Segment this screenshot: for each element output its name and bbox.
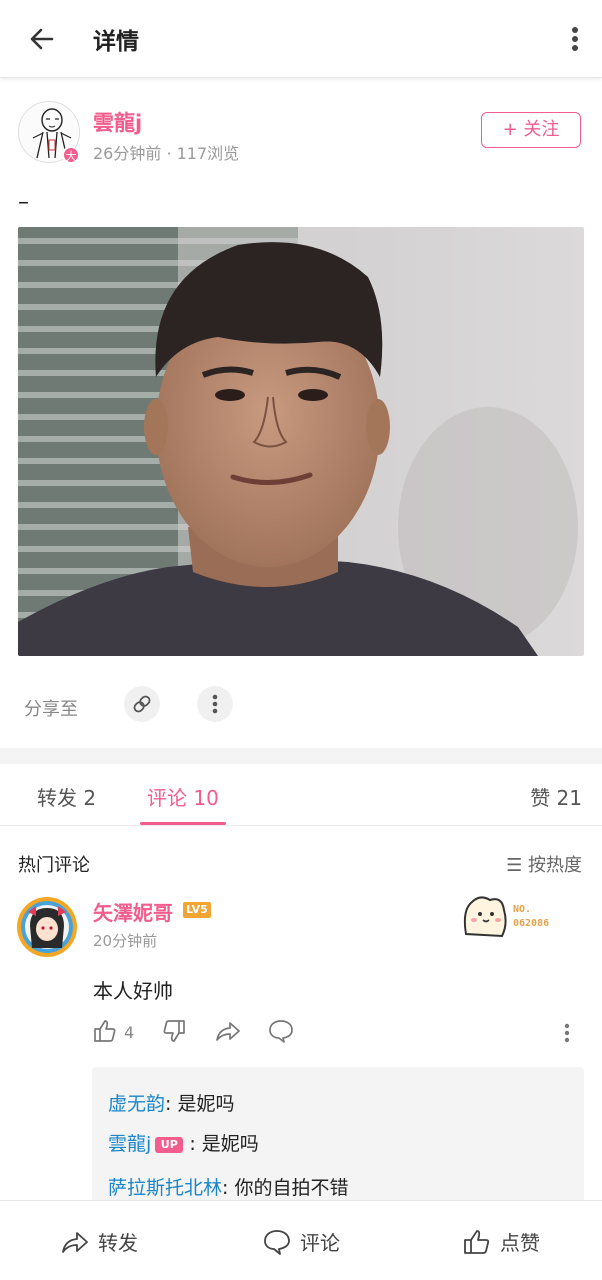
tab-like[interactable]: 赞 21: [530, 782, 582, 811]
copy-link-button[interactable]: [124, 686, 160, 722]
comment-share-button[interactable]: [214, 1018, 244, 1048]
comment-label: 评论: [300, 1231, 340, 1255]
section-divider: [0, 748, 602, 764]
tab-divider: [0, 825, 602, 826]
bottom-action-bar: 转发 评论 点赞: [0, 1200, 602, 1280]
more-vertical-icon: [212, 694, 218, 714]
fan-number: NO. 062086: [513, 904, 550, 929]
thumbs-down-icon: [163, 1020, 185, 1042]
comment-like-button[interactable]: [92, 1018, 142, 1048]
thumbs-up-icon: [464, 1229, 490, 1254]
reply-item[interactable]: 虚无韵: 是妮吗: [108, 1089, 234, 1116]
comment-more-icon[interactable]: [562, 1018, 572, 1048]
reply-text: 你的自拍不错: [234, 1177, 349, 1199]
up-tag: UP: [155, 1136, 184, 1153]
sort-by-hot-button[interactable]: ☰ 按热度: [506, 851, 582, 877]
share-arrow-icon: [62, 1231, 88, 1253]
thumbs-up-icon: [94, 1020, 116, 1042]
reply-item[interactable]: 萨拉斯托北林: 你的自拍不错: [108, 1173, 348, 1200]
commenter-name[interactable]: 矢澤妮哥: [93, 897, 173, 926]
follow-button[interactable]: + 关注: [481, 112, 581, 148]
tab-comment[interactable]: 评论 10: [147, 782, 219, 811]
back-arrow-icon[interactable]: [22, 20, 62, 60]
comment-button[interactable]: 评论: [262, 1227, 340, 1256]
reply-user[interactable]: 雲龍j: [108, 1133, 151, 1155]
share-to-label: 分享至: [24, 699, 78, 720]
page-title: 详情: [93, 29, 139, 55]
reply-text: 是妮吗: [201, 1133, 259, 1155]
commenter-avatar[interactable]: [16, 896, 78, 958]
level-badge: LV5: [183, 902, 211, 918]
speech-bubble-icon: [269, 1020, 293, 1043]
post-image[interactable]: [18, 227, 584, 656]
author-name[interactable]: 雲龍j: [93, 107, 142, 137]
reply-item[interactable]: 雲龍j UP : 是妮吗: [108, 1129, 259, 1156]
share-more-button[interactable]: [197, 686, 233, 722]
comment-like-count: 4: [124, 1023, 135, 1042]
author-badge: 大: [62, 146, 80, 164]
like-label: 点赞: [500, 1231, 540, 1255]
hot-comments-title: 热门评论: [18, 855, 90, 876]
post-meta: 26分钟前 · 117浏览: [93, 144, 240, 163]
reply-user[interactable]: 虚无韵: [108, 1093, 165, 1115]
reply-user[interactable]: 萨拉斯托北林: [108, 1177, 222, 1199]
link-icon: [133, 695, 151, 713]
speech-bubble-icon: [264, 1229, 290, 1255]
reply-text: 是妮吗: [177, 1093, 235, 1115]
repost-button[interactable]: 转发: [60, 1227, 138, 1256]
comment-time: 20分钟前: [93, 932, 158, 950]
tab-repost[interactable]: 转发 2: [37, 782, 96, 811]
like-button[interactable]: 点赞: [462, 1227, 540, 1256]
post-text: –: [18, 190, 29, 215]
reply-preview-box[interactable]: 虚无韵: 是妮吗 雲龍j UP : 是妮吗 萨拉斯托北林: 你的自拍不错: [92, 1067, 584, 1207]
comment-text: 本人好帅: [93, 979, 173, 1003]
more-vertical-icon[interactable]: [570, 20, 580, 60]
comment-reply-button[interactable]: [267, 1018, 297, 1048]
repost-label: 转发: [98, 1231, 138, 1255]
top-bar: 详情: [0, 0, 602, 78]
comment-dislike-button[interactable]: [161, 1018, 191, 1048]
share-arrow-icon: [216, 1022, 240, 1041]
